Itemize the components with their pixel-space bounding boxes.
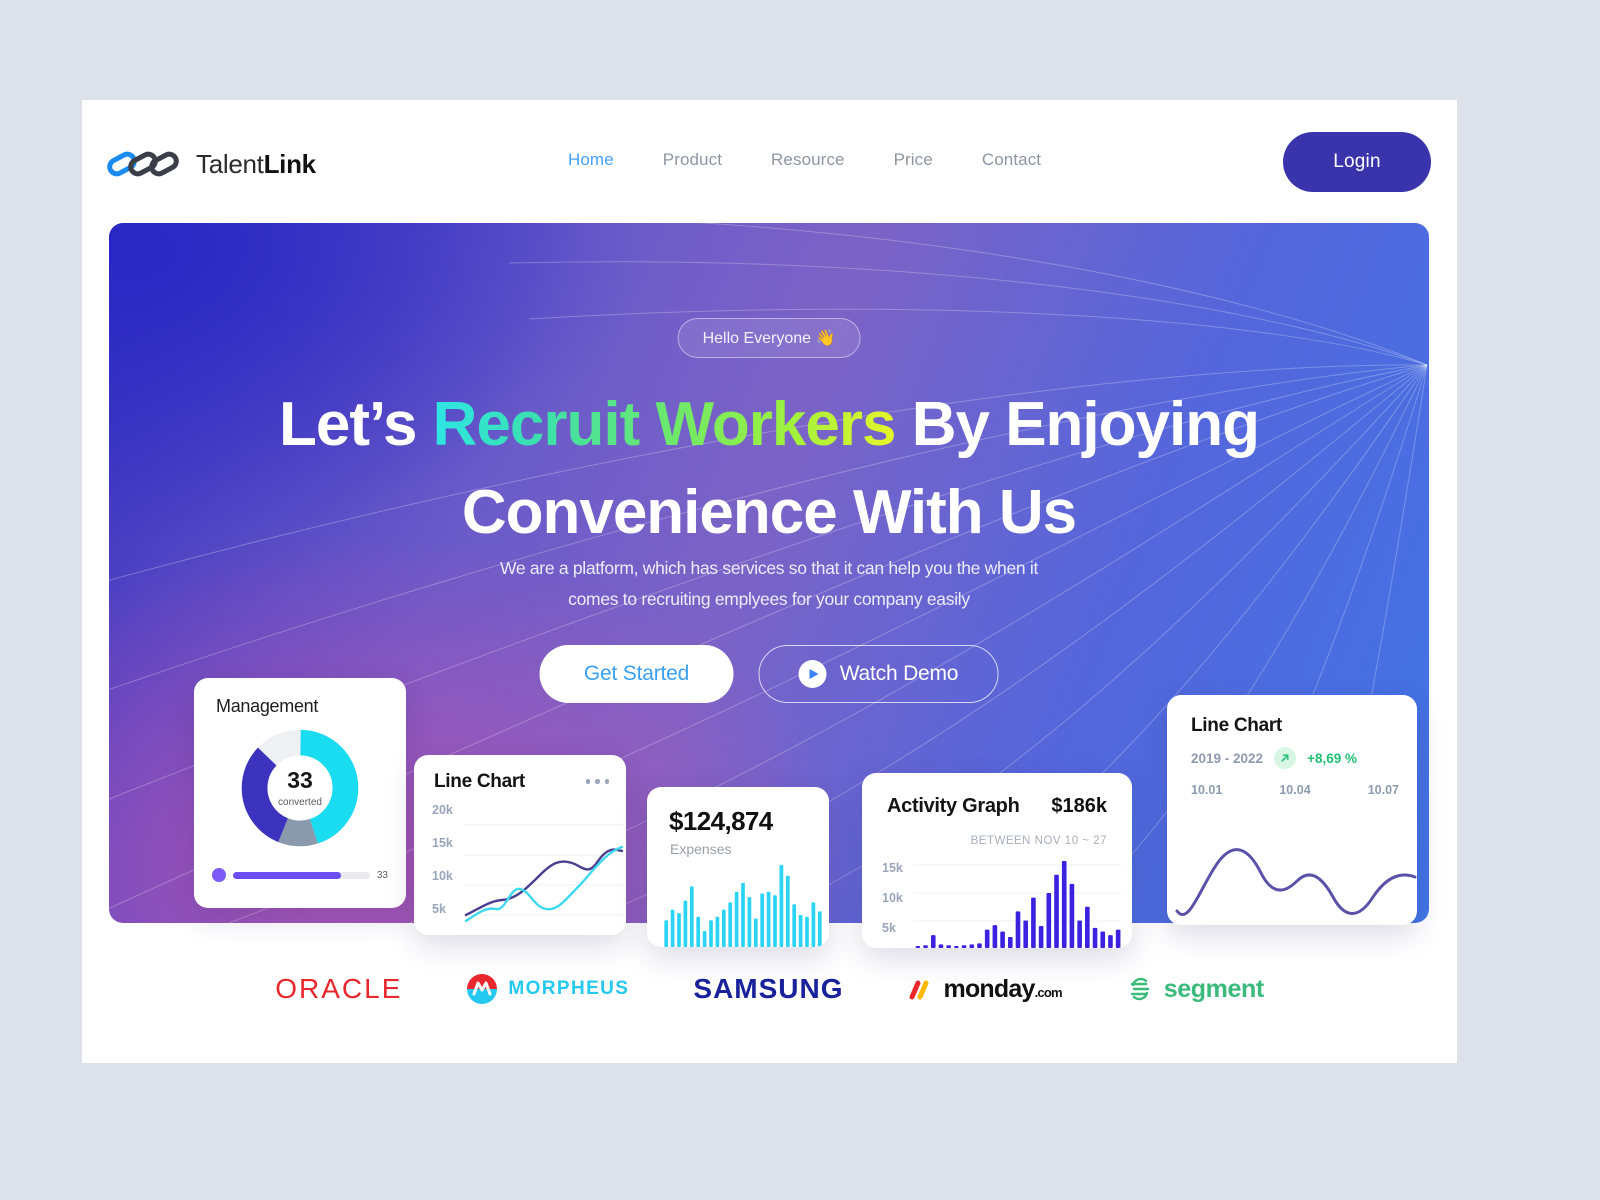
line-chart-left-plot bbox=[464, 824, 624, 923]
nav-item-home[interactable]: Home bbox=[568, 150, 614, 170]
line-chart-right-title: Line Chart bbox=[1191, 715, 1282, 736]
x-tick-1: 10.01 bbox=[1191, 783, 1223, 797]
monday-bars-icon bbox=[909, 980, 929, 1000]
slider-handle[interactable] bbox=[212, 868, 226, 882]
hero-subtitle: We are a platform, which has services so… bbox=[419, 553, 1119, 615]
morpheus-wordmark: MORPHEUS bbox=[508, 978, 630, 999]
headline-text-before: Let’s bbox=[279, 390, 433, 459]
line-chart-right-change: +8,69 % bbox=[1307, 750, 1357, 766]
line-chart-right-x-axis: 10.01 10.04 10.07 bbox=[1191, 783, 1399, 797]
slider-value: 33 bbox=[376, 869, 388, 881]
expenses-amount: $124,874 bbox=[669, 806, 773, 836]
monday-suffix: .com bbox=[1034, 984, 1063, 1000]
management-donut-chart: 33 converted bbox=[240, 728, 360, 848]
nav-item-product[interactable]: Product bbox=[663, 150, 722, 170]
brand-name: TalentLink bbox=[196, 149, 316, 180]
line-chart-left-y-axis: 20k 15k 10k 5k bbox=[432, 803, 453, 916]
landing-page-canvas: TalentLink Home Product Resource Price C… bbox=[82, 100, 1457, 1063]
x-tick-2: 10.04 bbox=[1279, 783, 1311, 797]
partner-logo-row: ORACLE MORPHEUS SAMSUNG monday.com segme… bbox=[82, 973, 1457, 1005]
nav-item-price[interactable]: Price bbox=[894, 150, 933, 170]
activity-graph-range: BETWEEN NOV 10 ~ 27 bbox=[970, 835, 1107, 847]
brand-logo[interactable]: TalentLink bbox=[106, 147, 316, 181]
hero-headline: Let’s Recruit Workers By Enjoying Conven… bbox=[109, 381, 1429, 557]
samsung-wordmark: SAMSUNG bbox=[693, 973, 844, 1004]
headline-line-2: Convenience With Us bbox=[461, 478, 1077, 547]
management-value: 33 bbox=[287, 766, 313, 793]
brand-name-bold: Link bbox=[263, 148, 317, 179]
hello-badge: Hello Everyone 👋 bbox=[677, 318, 861, 358]
nav-item-resource[interactable]: Resource bbox=[771, 150, 845, 170]
top-navbar: TalentLink Home Product Resource Price C… bbox=[82, 100, 1457, 228]
login-button[interactable]: Login bbox=[1283, 132, 1431, 192]
x-tick-3: 10.07 bbox=[1367, 783, 1399, 797]
donut-center-label: 33 converted bbox=[240, 728, 360, 848]
segment-icon bbox=[1130, 977, 1149, 1001]
expenses-label: Expenses bbox=[670, 841, 732, 857]
hero-cta-row: Get Started Watch Demo bbox=[539, 645, 999, 703]
more-dots-icon[interactable] bbox=[585, 779, 609, 784]
hero-subtitle-line-2: comes to recruiting emplyees for your co… bbox=[568, 589, 970, 609]
oracle-wordmark: ORACLE bbox=[275, 973, 403, 1004]
three-linked-rings-icon bbox=[107, 151, 179, 177]
y-tick-10k: 10k bbox=[432, 869, 453, 883]
watch-demo-button[interactable]: Watch Demo bbox=[758, 645, 999, 703]
morpheus-icon bbox=[467, 974, 498, 1004]
monday-wordmark: monday.com bbox=[943, 974, 1063, 1004]
partner-logo-oracle: ORACLE bbox=[275, 973, 402, 1005]
headline-text-after: By Enjoying bbox=[895, 390, 1260, 459]
slider-track[interactable] bbox=[233, 871, 370, 879]
activity-graph-card[interactable]: Activity Graph $186k BETWEEN NOV 10 ~ 27… bbox=[862, 773, 1132, 948]
partner-logo-segment: segment bbox=[1126, 975, 1264, 1004]
monday-name: monday bbox=[943, 974, 1036, 1003]
arrow-up-right-icon bbox=[1274, 747, 1297, 769]
get-started-button[interactable]: Get Started bbox=[539, 645, 734, 703]
expenses-card[interactable]: $124,874 Expenses bbox=[647, 787, 829, 947]
play-icon bbox=[798, 660, 827, 688]
brand-name-light: Talent bbox=[196, 148, 264, 179]
headline-line-1: Let’s Recruit Workers By Enjoying bbox=[109, 381, 1429, 469]
y-tick-10k: 10k bbox=[882, 891, 903, 905]
activity-graph-title: Activity Graph bbox=[887, 795, 1020, 817]
hero-subtitle-line-1: We are a platform, which has services so… bbox=[499, 558, 1039, 578]
partner-logo-morpheus: MORPHEUS bbox=[466, 973, 629, 1005]
line-chart-right-plot bbox=[1175, 848, 1417, 916]
activity-bar-chart bbox=[914, 861, 1122, 948]
line-chart-right-range: 2019 - 2022 bbox=[1191, 750, 1264, 766]
management-card[interactable]: Management 33 converted 33 bbox=[194, 678, 406, 908]
activity-graph-y-axis: 15k 10k 5k bbox=[882, 861, 903, 935]
line-chart-left-title: Line Chart bbox=[434, 771, 525, 792]
management-card-title: Management bbox=[216, 696, 319, 716]
expenses-bar-chart bbox=[664, 865, 822, 947]
nav-item-contact[interactable]: Contact bbox=[982, 150, 1041, 170]
partner-logo-samsung: SAMSUNG bbox=[693, 973, 843, 1005]
line-chart-card-left[interactable]: Line Chart 20k 15k 10k 5k bbox=[414, 755, 626, 935]
y-tick-5k: 5k bbox=[882, 921, 896, 935]
nav-links: Home Product Resource Price Contact bbox=[568, 150, 1041, 170]
y-tick-15k: 15k bbox=[432, 836, 453, 850]
y-tick-20k: 20k bbox=[432, 803, 453, 817]
line-chart-card-right[interactable]: Line Chart 2019 - 2022 +8,69 % 10.01 10.… bbox=[1167, 695, 1417, 925]
y-tick-15k: 15k bbox=[882, 861, 903, 875]
segment-wordmark: segment bbox=[1163, 974, 1264, 1003]
activity-graph-amount: $186k bbox=[1051, 795, 1107, 817]
slider-fill bbox=[233, 871, 342, 879]
y-tick-5k: 5k bbox=[432, 902, 446, 916]
headline-highlight: Recruit Workers bbox=[432, 390, 897, 459]
watch-demo-label: Watch Demo bbox=[839, 662, 959, 685]
management-slider[interactable]: 33 bbox=[212, 868, 388, 882]
partner-logo-monday: monday.com bbox=[908, 974, 1063, 1004]
management-caption: converted bbox=[278, 796, 322, 808]
line-chart-right-meta: 2019 - 2022 +8,69 % bbox=[1191, 747, 1357, 769]
